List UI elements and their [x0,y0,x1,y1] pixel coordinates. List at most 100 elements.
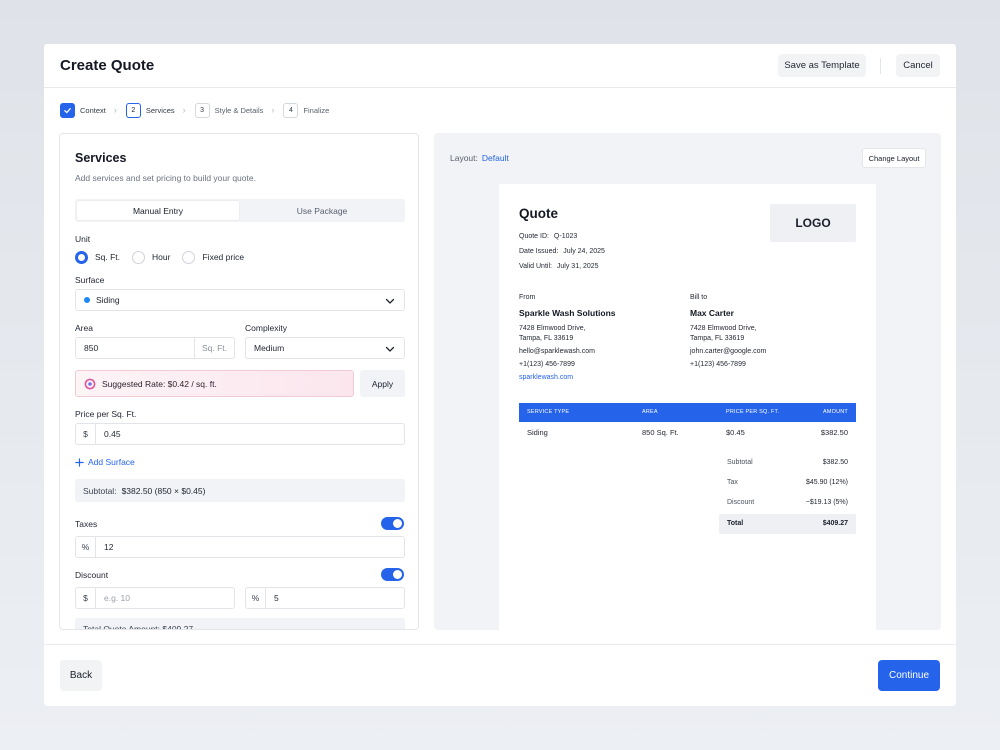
radio-fixed-price[interactable] [182,250,196,264]
services-table-header: SERVICE TYPE AREA PRICE PER SQ. FT. AMOU… [519,403,856,422]
discount-percent-value: 5 [274,593,279,603]
layout-indicator: Layout: Default [450,153,509,163]
percent-prefix: % [76,537,96,557]
radio-label: Sq. Ft. [95,252,121,262]
entry-mode-toggle: Manual Entry Use Package [75,199,405,222]
area-unit: Sq. Ft. [194,338,234,358]
price-input[interactable]: $ 0.45 [75,423,405,445]
step-label: Context [80,105,106,115]
page-title: Create Quote [60,57,155,74]
bill-to-name: Max Carter [690,308,734,318]
area-value: 850 [84,343,99,353]
discount-amount-placeholder: e.g. 10 [104,593,130,603]
step-finalize[interactable]: 4 Finalize [283,102,337,118]
totals-label: Tax [727,479,738,486]
totals-value: $45.90 (12%) [805,479,848,486]
discount-label: Discount [75,570,109,580]
price-label: Price per Sq. Ft. [75,409,137,419]
discount-percent-input[interactable]: % 5 [245,587,405,609]
column-header: AMOUNT [822,409,848,415]
step-label: Finalize [303,105,330,115]
apply-button[interactable]: Apply [360,370,405,397]
radio-label: Hour [152,252,171,262]
column-header: SERVICE TYPE [527,409,570,415]
quote-document: Quote LOGO Quote ID: Q-1023 Date Issued:… [499,184,876,630]
step-label: Services [145,105,175,115]
subtotal-label: Subtotal: [83,485,117,496]
create-quote-card: Create Quote Save as Template Cancel Con… [44,44,956,706]
bill-to-address-1: 7428 Elmwood Drive, [690,325,757,332]
header-divider [880,58,881,74]
table-cell: Siding [527,428,548,437]
step-context[interactable]: Context [60,102,114,118]
valid-until-label: Valid Until: [519,263,552,270]
suggested-rate-banner: Suggested Rate: $0.42 / sq. ft. [75,370,354,397]
tab-use-package[interactable]: Use Package [241,201,403,220]
totals-row-total: Total $409.27 [719,514,856,534]
header: Create Quote Save as Template Cancel [44,44,956,88]
total-quote-amount: Total Quote Amount: $409.27 [75,618,405,629]
tax-value: 12 [104,542,114,552]
bill-to-phone: +1(123) 456-7899 [690,361,746,368]
date-issued-label: Date Issued: [519,248,559,255]
from-label: From [519,294,536,301]
totals-value: $409.27 [822,520,848,527]
currency-prefix: $ [76,424,96,444]
from-address-2: Tampa, FL 33619 [519,335,574,342]
subtotal-summary: Subtotal: $382.50 (850 × $0.45) [75,479,405,502]
complexity-select[interactable]: Medium [245,337,405,359]
chevron-down-icon [385,346,395,352]
date-issued-line: Date Issued: July 24, 2025 [519,248,605,255]
step-services[interactable]: 2 Services [125,102,183,118]
layout-value-link[interactable]: Default [482,153,509,163]
taxes-toggle[interactable] [381,517,404,530]
step-style-details[interactable]: 3 Style & Details [194,102,272,118]
quote-preview-panel: Layout: Default Change Layout Quote LOGO … [434,133,941,630]
radio-sq-ft[interactable] [75,250,88,264]
table-cell: $0.45 [726,428,745,437]
surface-select[interactable]: Siding [75,289,405,311]
continue-button[interactable]: Continue [878,660,940,691]
complexity-value: Medium [254,343,285,353]
taxes-label: Taxes [75,519,98,529]
totals-row-discount: Discount −$19.13 (5%) [719,493,856,513]
column-header: AREA [642,409,658,415]
surface-label: Surface [75,275,105,285]
bill-to-email: john.carter@google.com [690,348,767,355]
totals-row-subtotal: Subtotal $382.50 [719,453,856,473]
radio-hour[interactable] [132,250,146,264]
suggested-rate-text: Suggested Rate: $0.42 / sq. ft. [102,378,217,389]
chevron-right-icon: › [182,105,186,115]
subtotal-value: $382.50 (850 × $0.45) [121,485,206,496]
cancel-button[interactable]: Cancel [896,54,940,77]
valid-until-line: Valid Until: July 31, 2025 [519,263,599,270]
unit-label: Unit [75,234,91,244]
check-icon [60,102,75,118]
from-address-1: 7428 Elmwood Drive, [519,325,586,332]
bill-to-address-2: Tampa, FL 33619 [690,335,745,342]
chevron-right-icon: › [271,105,275,115]
area-input[interactable]: 850 Sq. Ft. [75,337,235,359]
discount-amount-input[interactable]: $ e.g. 10 [75,587,235,609]
surface-value: Siding [96,295,120,305]
save-as-template-button[interactable]: Save as Template [778,54,866,77]
plus-icon [75,457,84,467]
discount-toggle[interactable] [381,568,404,581]
tab-manual-entry[interactable]: Manual Entry [77,201,239,220]
totals-value: −$19.13 (5%) [805,499,848,506]
tax-input[interactable]: % 12 [75,536,405,558]
step-number: 2 [125,102,141,118]
services-panel: Services Add services and set pricing to… [59,133,419,630]
step-label: Style & Details [214,105,264,115]
from-website-link[interactable]: sparklewash.com [519,374,573,381]
column-header: PRICE PER SQ. FT. [726,409,780,415]
from-name: Sparkle Wash Solutions [519,308,616,318]
valid-until-value: July 31, 2025 [556,263,599,270]
change-layout-button[interactable]: Change Layout [862,148,926,168]
price-value: 0.45 [104,429,121,439]
back-button[interactable]: Back [60,660,102,691]
footer: Back Continue [44,644,956,706]
totals-row-tax: Tax $45.90 (12%) [719,473,856,493]
totals-label: Discount [727,499,755,506]
add-surface-link[interactable]: Add Surface [75,457,135,467]
